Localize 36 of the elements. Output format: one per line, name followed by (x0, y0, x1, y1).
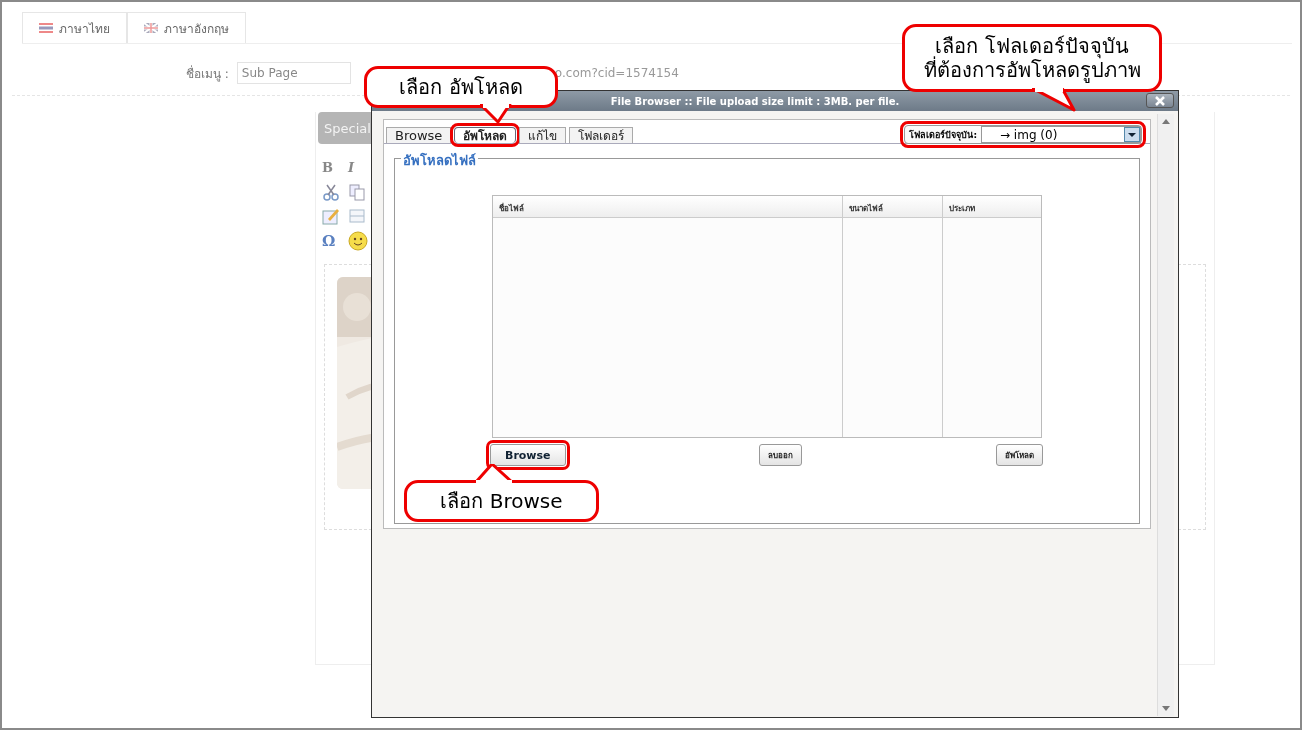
close-icon (1155, 95, 1165, 106)
flag-icon (144, 23, 158, 33)
close-button[interactable] (1146, 93, 1174, 108)
dialog-tab[interactable]: Browse (386, 127, 452, 143)
omega-icon[interactable]: Ω (322, 231, 346, 251)
callout-text: ที่ต้องการอัพโหลดรูปภาพ (923, 58, 1141, 82)
dialog-title: File Browser :: File upload size limit : 3MB. per file. (610, 95, 900, 107)
language-tab[interactable]: ภาษาไทย (22, 12, 127, 43)
edit-icon[interactable] (322, 207, 340, 225)
dialog-tab[interactable]: แก้ไข (519, 127, 567, 143)
column-header: ประเภท (942, 196, 1041, 218)
column-header: ขนาดไฟล์ (842, 196, 942, 218)
flag-icon (39, 23, 53, 33)
url-text: o.com?cid=1574154 (554, 66, 679, 80)
field-label: ชื่อเมนู : (186, 64, 229, 83)
smiley-icon[interactable] (348, 231, 368, 251)
dialog-button[interactable]: ลบออก (759, 444, 803, 466)
callout-text: เลือก อัพโหลด (399, 75, 523, 99)
folder-dropdown[interactable]: → img (0) (981, 126, 1141, 143)
callout-text: เลือก โฟลเดอร์ปัจจุบัน (935, 34, 1129, 58)
language-tab[interactable]: ภาษาอังกฤษ (127, 12, 246, 43)
dropdown-caret-icon (1124, 127, 1140, 142)
scissors-icon[interactable] (322, 183, 340, 201)
italic-icon[interactable]: I (348, 157, 372, 177)
scroll-down-icon[interactable] (1161, 706, 1171, 712)
callout-text: เลือก Browse (440, 489, 563, 513)
scroll-up-icon[interactable] (1161, 118, 1171, 124)
dialog-tab[interactable]: โฟลเดอร์ (569, 127, 634, 143)
tab-label: ภาษาไทย (59, 20, 110, 38)
copy-icon[interactable] (348, 183, 366, 201)
dialog-button[interactable]: อัพโหลด (996, 444, 1043, 466)
menu-name-field[interactable]: Sub Page (236, 62, 351, 84)
tab-label: ภาษาอังกฤษ (164, 20, 229, 38)
bold-icon[interactable]: B (322, 157, 346, 177)
scrollbar[interactable] (1157, 114, 1174, 716)
folder-label: โฟลเดอร์ปัจจุบัน: (908, 128, 978, 142)
